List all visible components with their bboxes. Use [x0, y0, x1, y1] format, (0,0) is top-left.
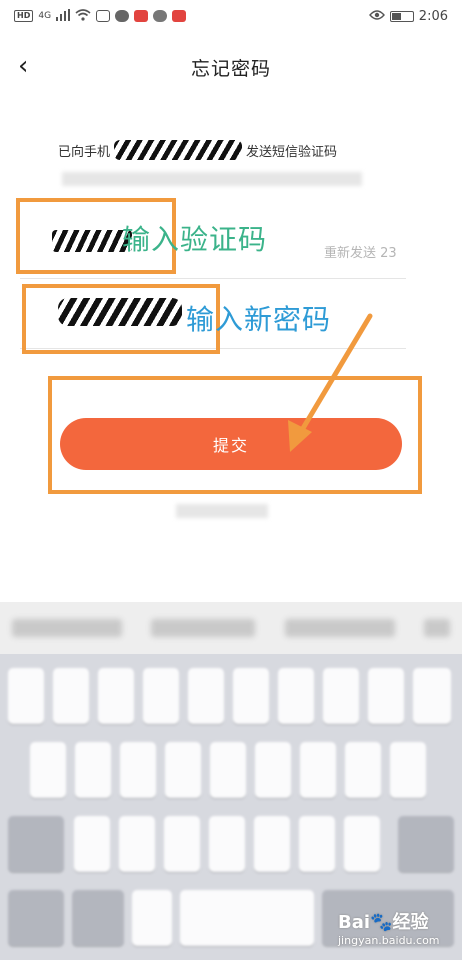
- blurred-footer-link[interactable]: [176, 504, 268, 518]
- soft-keyboard: [0, 602, 462, 960]
- key[interactable]: [233, 668, 269, 724]
- key[interactable]: [368, 668, 404, 724]
- key[interactable]: [413, 668, 451, 724]
- app-icon-red-1: [134, 10, 149, 22]
- key[interactable]: [344, 816, 380, 872]
- shift-key[interactable]: [8, 816, 64, 872]
- key[interactable]: [188, 668, 224, 724]
- language-key[interactable]: [72, 890, 124, 946]
- wechat-icon: [153, 10, 168, 22]
- backspace-key[interactable]: [398, 816, 454, 872]
- key[interactable]: [75, 742, 111, 798]
- code-field-divider: [20, 278, 406, 279]
- app-icon-listen: [96, 10, 111, 22]
- hd-badge: HD: [14, 10, 34, 22]
- key[interactable]: [98, 668, 134, 724]
- keyboard-suggestion-bar: [0, 602, 462, 654]
- key[interactable]: [278, 668, 314, 724]
- sms-sent-notice: 已向手机 发送短信验证码: [58, 140, 337, 160]
- annotation-password-label: 输入新密码: [186, 303, 332, 336]
- network-gen-label: 4G: [38, 11, 52, 21]
- annotation-code-label: 输入验证码: [122, 223, 268, 256]
- wifi-icon: [75, 8, 91, 24]
- blurred-hint-line: [62, 172, 362, 186]
- key[interactable]: [164, 816, 200, 872]
- battery-icon: [389, 10, 414, 22]
- app-icon-red-2: [172, 10, 187, 22]
- status-right: 2:06: [368, 8, 448, 24]
- baidu-jingyan-watermark: Bai🐾经验 jingyan.baidu.com: [338, 908, 456, 954]
- key[interactable]: [254, 816, 290, 872]
- key[interactable]: [323, 668, 359, 724]
- resend-code-button[interactable]: 重新发送 23: [324, 242, 397, 261]
- key[interactable]: [120, 742, 156, 798]
- key[interactable]: [299, 816, 335, 872]
- key[interactable]: [53, 668, 89, 724]
- signal-icon: [56, 8, 71, 24]
- key[interactable]: [165, 742, 201, 798]
- sms-sent-prefix: 已向手机: [58, 144, 111, 160]
- annotation-box-submit: [48, 376, 422, 494]
- suggestion-1[interactable]: [12, 619, 122, 637]
- eye-icon: [368, 9, 385, 24]
- key[interactable]: [255, 742, 291, 798]
- key[interactable]: [119, 816, 155, 872]
- watermark-url: jingyan.baidu.com: [338, 934, 440, 947]
- key[interactable]: [143, 668, 179, 724]
- key[interactable]: [210, 742, 246, 798]
- nav-header: ‹ 忘记密码: [0, 32, 462, 102]
- key[interactable]: [390, 742, 426, 798]
- status-left: HD 4G: [14, 8, 187, 24]
- suggestion-4[interactable]: [423, 619, 450, 637]
- chat-bubble-icon: [115, 10, 130, 22]
- space-key[interactable]: [180, 890, 314, 946]
- watermark-brand: Bai🐾经验: [338, 912, 429, 933]
- key[interactable]: [300, 742, 336, 798]
- status-bar: HD 4G 2:06: [0, 0, 462, 32]
- key[interactable]: [74, 816, 110, 872]
- suggestion-2[interactable]: [151, 619, 256, 637]
- symbol-key[interactable]: [8, 890, 64, 946]
- chevron-left-icon[interactable]: ‹: [18, 52, 48, 82]
- suggestion-3[interactable]: [284, 619, 395, 637]
- key[interactable]: [345, 742, 381, 798]
- key[interactable]: [209, 816, 245, 872]
- key[interactable]: [30, 742, 66, 798]
- redacted-phone-number: [114, 140, 243, 160]
- status-time: 2:06: [418, 8, 448, 24]
- key[interactable]: [8, 668, 44, 724]
- sms-sent-suffix: 发送短信验证码: [246, 144, 338, 160]
- comma-key[interactable]: [132, 890, 172, 946]
- page-title: 忘记密码: [190, 57, 271, 80]
